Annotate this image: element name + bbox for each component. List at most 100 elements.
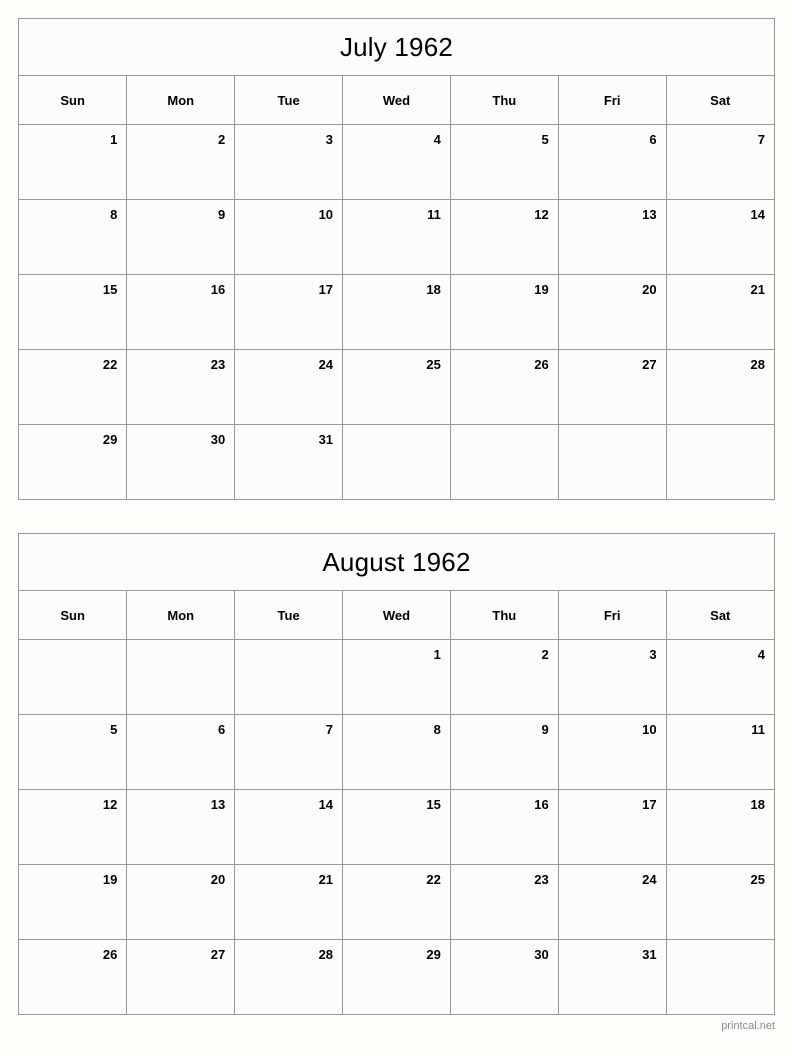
day-cell[interactable]: 5	[19, 714, 128, 790]
day-cell[interactable]: 7	[234, 714, 344, 790]
day-cell[interactable]: 2	[126, 124, 236, 200]
day-cell[interactable]: 17	[234, 274, 344, 350]
day-cell[interactable]: 1	[19, 124, 128, 200]
day-cell[interactable]: 22	[342, 864, 451, 940]
weekday-header-mon: Mon	[126, 591, 236, 640]
day-cell[interactable]: 9	[126, 199, 236, 275]
day-cell[interactable]	[342, 424, 451, 500]
day-cell[interactable]: 17	[558, 789, 667, 865]
day-cell[interactable]: 16	[126, 274, 236, 350]
day-cell[interactable]: 18	[342, 274, 451, 350]
day-cell[interactable]: 4	[342, 124, 451, 200]
footer-credit: printcal.net	[721, 1020, 775, 1032]
weekday-header-fri: Fri	[558, 591, 667, 640]
calendar-page: July 1962 Sun Mon Tue Wed Thu Fri Sat 1 …	[0, 0, 792, 1056]
day-cell[interactable]: 8	[342, 714, 451, 790]
day-cell[interactable]	[666, 424, 774, 500]
day-cell[interactable]: 10	[234, 199, 344, 275]
calendar-week-row: 8 9 10 11 12 13 14	[19, 199, 774, 275]
calendar-grid-july: Sun Mon Tue Wed Thu Fri Sat 1 2 3 4 5 6	[19, 76, 774, 500]
day-cell[interactable]: 19	[450, 274, 559, 350]
day-cell[interactable]: 14	[666, 199, 774, 275]
day-cell[interactable]: 20	[126, 864, 236, 940]
day-cell[interactable]: 6	[558, 124, 667, 200]
day-cell[interactable]: 1	[342, 639, 451, 715]
day-cell[interactable]: 23	[126, 349, 236, 425]
calendar-week-row: 5 6 7 8 9 10 11	[19, 714, 774, 790]
day-cell[interactable]: 25	[342, 349, 451, 425]
day-cell[interactable]	[558, 424, 667, 500]
month-title-august: August 1962	[19, 534, 774, 591]
day-cell[interactable]	[666, 939, 774, 1015]
day-cell[interactable]: 18	[666, 789, 774, 865]
day-cell[interactable]: 3	[234, 124, 344, 200]
weekday-header-sun: Sun	[19, 591, 128, 640]
day-cell[interactable]: 21	[666, 274, 774, 350]
calendar-week-row: 29 30 31	[19, 424, 774, 500]
day-cell[interactable]: 3	[558, 639, 667, 715]
calendar-week-row: 1 2 3 4 5 6 7	[19, 124, 774, 200]
day-cell[interactable]: 8	[19, 199, 128, 275]
day-cell[interactable]: 4	[666, 639, 774, 715]
calendar-week-row: 15 16 17 18 19 20 21	[19, 274, 774, 350]
weekday-header-wed: Wed	[342, 76, 451, 125]
day-cell[interactable]: 29	[342, 939, 451, 1015]
day-cell[interactable]: 28	[234, 939, 344, 1015]
day-cell[interactable]: 12	[19, 789, 128, 865]
day-cell[interactable]: 6	[126, 714, 236, 790]
day-cell[interactable]: 29	[19, 424, 128, 500]
calendar-week-row: 26 27 28 29 30 31	[19, 939, 774, 1015]
day-cell[interactable]: 12	[450, 199, 559, 275]
day-cell[interactable]	[19, 639, 128, 715]
day-cell[interactable]: 15	[342, 789, 451, 865]
day-cell[interactable]: 26	[450, 349, 559, 425]
weekday-header-row: Sun Mon Tue Wed Thu Fri Sat	[19, 591, 774, 640]
calendar-july-1962: July 1962 Sun Mon Tue Wed Thu Fri Sat 1 …	[18, 18, 775, 500]
day-cell[interactable]: 11	[342, 199, 451, 275]
day-cell[interactable]: 14	[234, 789, 344, 865]
day-cell[interactable]: 28	[666, 349, 774, 425]
day-cell[interactable]	[234, 639, 344, 715]
day-cell[interactable]: 10	[558, 714, 667, 790]
day-cell[interactable]: 27	[558, 349, 667, 425]
weekday-header-mon: Mon	[126, 76, 236, 125]
weekday-header-wed: Wed	[342, 591, 451, 640]
day-cell[interactable]: 21	[234, 864, 344, 940]
day-cell[interactable]: 2	[450, 639, 559, 715]
day-cell[interactable]: 30	[450, 939, 559, 1015]
day-cell[interactable]: 13	[558, 199, 667, 275]
calendar-august-1962: August 1962 Sun Mon Tue Wed Thu Fri Sat	[18, 533, 775, 1015]
day-cell[interactable]: 19	[19, 864, 128, 940]
weekday-header-row: Sun Mon Tue Wed Thu Fri Sat	[19, 76, 774, 125]
day-cell[interactable]: 24	[558, 864, 667, 940]
weekday-header-thu: Thu	[450, 76, 559, 125]
calendar-week-row: 22 23 24 25 26 27 28	[19, 349, 774, 425]
day-cell[interactable]: 16	[450, 789, 559, 865]
day-cell[interactable]: 23	[450, 864, 559, 940]
day-cell[interactable]: 31	[558, 939, 667, 1015]
day-cell[interactable]: 9	[450, 714, 559, 790]
calendar-grid-august: Sun Mon Tue Wed Thu Fri Sat 1 2 3 4 5 6 …	[19, 591, 774, 1015]
weekday-header-tue: Tue	[234, 591, 344, 640]
month-title-july: July 1962	[19, 19, 774, 76]
weekday-header-thu: Thu	[450, 591, 559, 640]
day-cell[interactable]: 25	[666, 864, 774, 940]
day-cell[interactable]: 11	[666, 714, 774, 790]
calendar-week-row: 19 20 21 22 23 24 25	[19, 864, 774, 940]
day-cell[interactable]	[450, 424, 559, 500]
day-cell[interactable]: 5	[450, 124, 559, 200]
day-cell[interactable]: 13	[126, 789, 236, 865]
day-cell[interactable]: 20	[558, 274, 667, 350]
day-cell[interactable]: 27	[126, 939, 236, 1015]
day-cell[interactable]: 31	[234, 424, 344, 500]
day-cell[interactable]: 22	[19, 349, 128, 425]
day-cell[interactable]: 26	[19, 939, 128, 1015]
day-cell[interactable]: 15	[19, 274, 128, 350]
day-cell[interactable]	[126, 639, 236, 715]
weekday-header-sat: Sat	[666, 591, 774, 640]
day-cell[interactable]: 7	[666, 124, 774, 200]
calendar-week-row: 1 2 3 4	[19, 639, 774, 715]
weekday-header-sat: Sat	[666, 76, 774, 125]
day-cell[interactable]: 30	[126, 424, 236, 500]
day-cell[interactable]: 24	[234, 349, 344, 425]
